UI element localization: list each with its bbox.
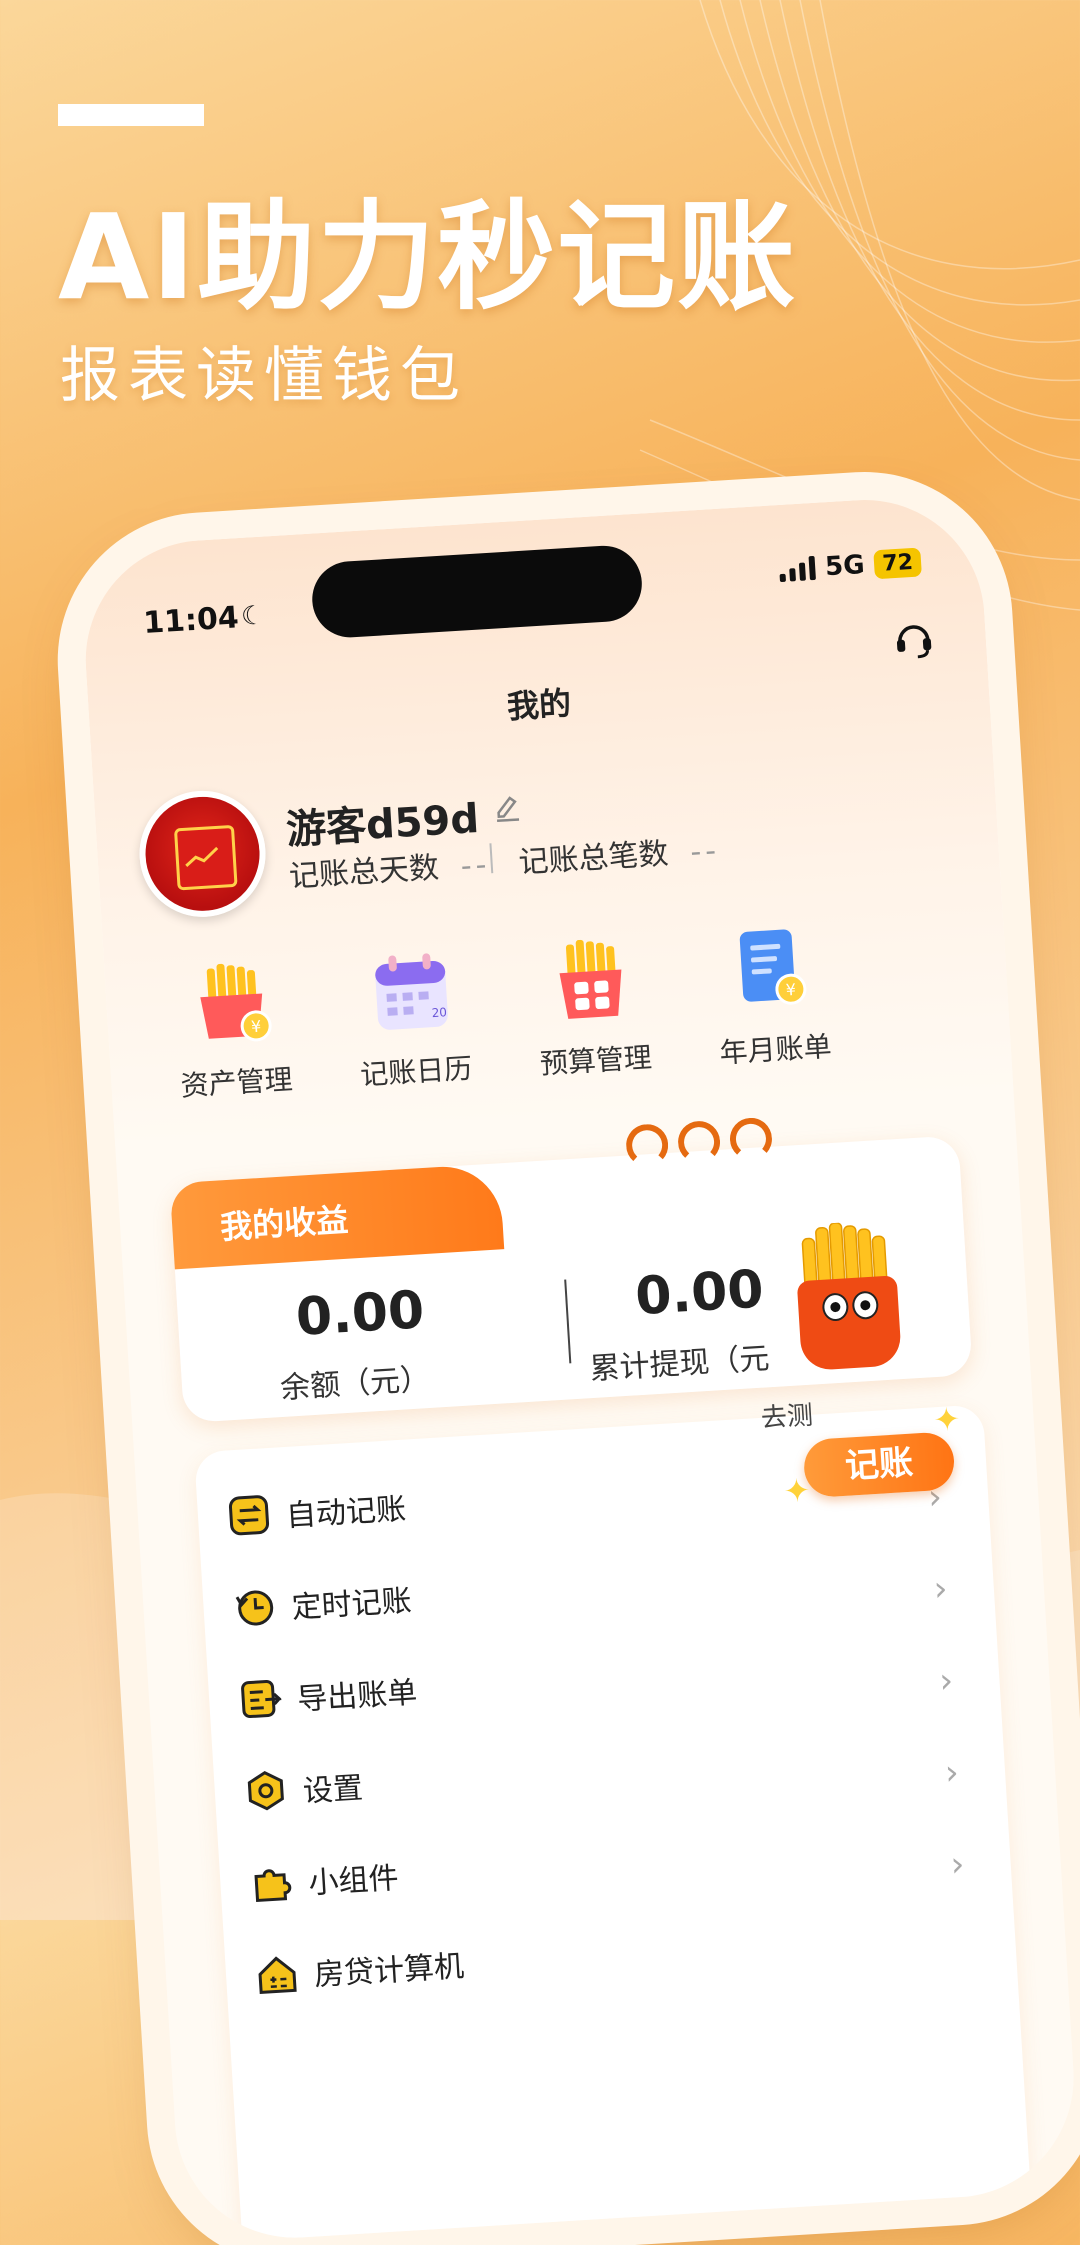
calendar-icon: 20 bbox=[375, 953, 448, 1030]
chevron-right-icon: › bbox=[949, 1844, 966, 1886]
clock-history-icon bbox=[235, 1590, 274, 1626]
stat-total-records-value: -- bbox=[689, 833, 722, 871]
menu-item-label: 导出账单 bbox=[296, 1675, 419, 1718]
menu-item-label: 设置 bbox=[301, 1770, 364, 1810]
signal-icon bbox=[779, 555, 816, 583]
svg-text:20: 20 bbox=[431, 1005, 447, 1020]
quick-action-bills[interactable]: ¥ 年月账单 bbox=[693, 922, 851, 1073]
earnings-tab-label: 我的收益 bbox=[219, 1200, 350, 1247]
quick-action-calendar[interactable]: 20 记账日历 bbox=[334, 944, 492, 1095]
menu-item-label: 自动记账 bbox=[285, 1491, 407, 1534]
menu-item-mortgage-calculator[interactable]: 房贷计算机 bbox=[254, 1933, 465, 2006]
status-time: 11:04 bbox=[142, 600, 240, 642]
stat-total-days-value: -- bbox=[459, 847, 492, 885]
house-calculator-icon bbox=[258, 1956, 297, 1994]
export-icon bbox=[241, 1679, 283, 1719]
settings-icon bbox=[247, 1771, 284, 1811]
puzzle-icon bbox=[254, 1869, 292, 1903]
menu-item-label: 房贷计算机 bbox=[313, 1949, 466, 1994]
promo-headline: AI助力秒记账 bbox=[58, 188, 798, 326]
network-label: 5G bbox=[824, 549, 866, 583]
record-float-button[interactable]: 记账 bbox=[802, 1431, 956, 1499]
menu-item-label: 小组件 bbox=[307, 1860, 400, 1902]
balance-value: 0.00 bbox=[294, 1280, 426, 1348]
battery-icon: 72 bbox=[873, 546, 922, 579]
moon-icon: ☾ bbox=[240, 600, 266, 633]
sparkle-icon: ✦ bbox=[932, 1399, 962, 1440]
chevron-right-icon: › bbox=[938, 1660, 955, 1702]
chevron-right-icon: › bbox=[943, 1752, 960, 1794]
mascot-body bbox=[796, 1275, 903, 1372]
svg-text:¥: ¥ bbox=[251, 1017, 262, 1037]
binder-rings-decoration bbox=[624, 1116, 774, 1168]
menu-item-export-bills[interactable]: 导出账单 bbox=[237, 1659, 418, 1730]
edit-pencil-icon[interactable] bbox=[489, 789, 523, 823]
fries-mascot bbox=[781, 1218, 920, 1376]
menu-item-label: 定时记账 bbox=[290, 1583, 413, 1626]
fries-coin-icon: ¥ bbox=[200, 963, 272, 1042]
menu-item-widgets[interactable]: 小组件 bbox=[249, 1845, 400, 1914]
promo-subheadline: 报表读懂钱包 bbox=[60, 341, 468, 411]
quick-action-assets[interactable]: ¥ 资产管理 bbox=[154, 955, 312, 1106]
chevron-right-icon: › bbox=[932, 1568, 949, 1610]
avatar-chart-icon bbox=[185, 846, 219, 867]
phone-mockup: 11:04 ☾ 5G 72 我的 游客d59d 记账总天数 -- 记账总笔数 -- bbox=[78, 492, 1080, 2245]
quick-action-budget[interactable]: 预算管理 bbox=[514, 933, 672, 1084]
menu-item-scheduled-record[interactable]: 定时记账 bbox=[232, 1568, 413, 1639]
menu-item-settings[interactable]: 设置 bbox=[243, 1755, 364, 1822]
withdrawn-value: 0.00 bbox=[633, 1259, 766, 1328]
mascot-go-label: 去测 bbox=[760, 1400, 814, 1434]
auto-sync-icon bbox=[228, 1495, 270, 1536]
svg-text:¥: ¥ bbox=[785, 980, 796, 1000]
title-accent-bar bbox=[58, 104, 204, 126]
calculator-fries-icon bbox=[559, 939, 622, 1019]
sparkle-icon: ✦ bbox=[782, 1470, 812, 1511]
balance-label: 余额（元） bbox=[279, 1361, 432, 1407]
menu-item-auto-record[interactable]: 自动记账 bbox=[226, 1476, 407, 1547]
bill-document-icon: ¥ bbox=[739, 929, 807, 1005]
